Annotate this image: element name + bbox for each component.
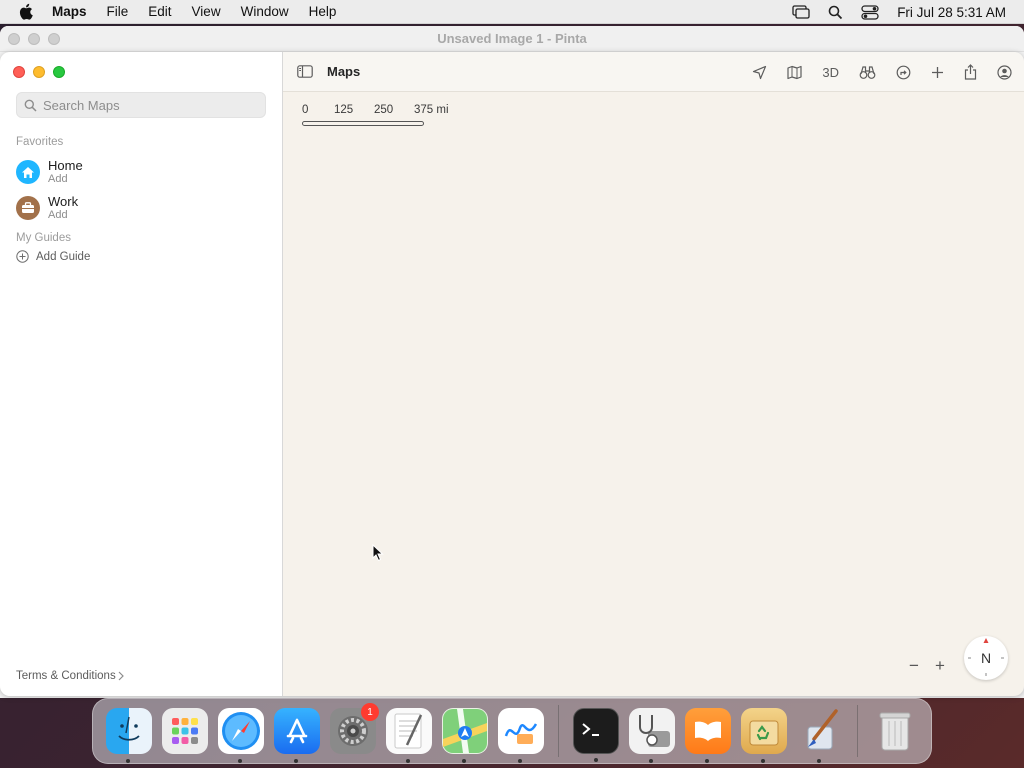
trash-icon (879, 712, 911, 751)
chevron-right-icon (118, 671, 124, 681)
menu-edit[interactable]: Edit (148, 4, 171, 19)
favorite-name: Work (48, 194, 79, 209)
fullscreen-button[interactable] (53, 66, 65, 78)
terms-conditions-link[interactable]: Terms & Conditions (16, 670, 124, 682)
3d-button[interactable]: 3D (822, 65, 839, 80)
maps-title: Maps (327, 64, 361, 79)
spotlight-search-icon[interactable] (828, 5, 843, 20)
menu-clock[interactable]: Fri Jul 28 5:31 AM (897, 5, 1006, 20)
close-button[interactable] (13, 66, 25, 78)
pinta-titlebar: Unsaved Image 1 - Pinta (0, 26, 1024, 52)
compass-north-label: N (980, 650, 992, 666)
zoom-in-button[interactable]: + (930, 656, 950, 676)
dock-freeform[interactable] (498, 708, 544, 763)
dock-trash[interactable] (872, 708, 918, 754)
dock-app-store[interactable] (274, 708, 320, 763)
scale-bar (302, 121, 424, 126)
menu-file[interactable]: File (107, 4, 129, 19)
favorites-header: Favorites (16, 136, 64, 148)
search-field[interactable] (16, 92, 266, 118)
favorite-sub: Add (48, 173, 68, 185)
dock-maps[interactable] (442, 708, 488, 763)
plus-circle-icon (16, 250, 29, 263)
window-controls (13, 66, 65, 78)
screen-mirroring-icon[interactable] (792, 5, 810, 19)
dock-books[interactable] (685, 708, 731, 763)
map-scale: 0 125 250 375 mi (302, 104, 472, 126)
maps-toolbar: Maps 3D (283, 52, 1024, 92)
zoom-controls: − + (904, 656, 950, 676)
dock-disk-utility[interactable] (629, 708, 675, 763)
add-guide-button[interactable]: Add Guide (16, 250, 90, 263)
search-icon (24, 98, 38, 112)
app-store-icon (286, 718, 308, 744)
notification-badge: 1 (361, 703, 379, 721)
map-mode-icon[interactable] (787, 65, 802, 80)
terms-label: Terms & Conditions (16, 670, 116, 682)
location-arrow-icon[interactable] (752, 65, 767, 80)
directions-icon[interactable] (896, 65, 911, 80)
control-center-icon[interactable] (861, 4, 879, 20)
menu-app-name[interactable]: Maps (52, 4, 87, 19)
paintbrush-icon (807, 709, 838, 750)
dock-finder[interactable] (106, 708, 152, 763)
add-guide-label: Add Guide (36, 250, 91, 263)
maps-window: Favorites Home Add Work Add My Guides (0, 52, 1024, 696)
pinta-window-title: Unsaved Image 1 - Pinta (437, 31, 587, 46)
briefcase-icon (16, 196, 40, 220)
search-input[interactable] (43, 97, 243, 113)
favorite-item-home[interactable]: Home Add (16, 158, 83, 186)
recycle-box-icon (749, 720, 779, 746)
dock-safari[interactable] (218, 708, 264, 763)
scale-label-250: 250 (374, 104, 394, 116)
maps-icon (443, 709, 487, 753)
scale-label-0: 0 (302, 104, 309, 116)
mouse-cursor-icon (372, 543, 384, 567)
menu-window[interactable]: Window (241, 4, 289, 19)
dock-archive-utility[interactable] (741, 708, 787, 763)
look-around-binoculars-icon[interactable] (859, 65, 876, 80)
safari-compass-icon (222, 712, 260, 750)
minimize-button[interactable] (33, 66, 45, 78)
freeform-icon (504, 723, 538, 744)
textedit-icon (394, 713, 423, 749)
account-icon[interactable] (997, 64, 1012, 80)
zoom-out-button[interactable]: − (904, 656, 924, 676)
dock-terminal[interactable] (573, 708, 619, 762)
my-guides-header: My Guides (16, 232, 71, 244)
dock-textedit[interactable] (386, 708, 432, 763)
dock-separator (857, 705, 858, 757)
menu-view[interactable]: View (192, 4, 221, 19)
dock: 1 (92, 698, 932, 764)
scale-label-125: 125 (334, 104, 354, 116)
compass[interactable]: N (964, 636, 1008, 680)
terminal-prompt-icon (582, 723, 599, 736)
share-icon[interactable] (964, 64, 977, 80)
book-icon (695, 721, 721, 741)
sidebar-toggle-icon[interactable] (297, 65, 313, 78)
favorite-name: Home (48, 158, 83, 173)
menu-help[interactable]: Help (309, 4, 337, 19)
add-plus-icon[interactable] (931, 66, 944, 79)
dock-separator (558, 705, 559, 757)
launchpad-grid-icon (172, 718, 198, 744)
menu-bar: Maps File Edit View Window Help Fri Jul … (0, 0, 1024, 24)
house-icon (16, 160, 40, 184)
finder-face-icon (118, 716, 140, 741)
scale-label-375: 375 mi (414, 104, 449, 116)
dock-system-settings[interactable]: 1 (330, 703, 379, 754)
maps-sidebar: Favorites Home Add Work Add My Guides (0, 52, 283, 696)
favorite-sub: Add (48, 209, 68, 221)
apple-menu-icon[interactable] (18, 3, 36, 20)
favorite-item-work[interactable]: Work Add (16, 194, 78, 222)
dock-launchpad[interactable] (162, 708, 208, 754)
dock-pinta[interactable] (797, 708, 843, 763)
disk-utility-stethoscope-icon (639, 715, 670, 747)
